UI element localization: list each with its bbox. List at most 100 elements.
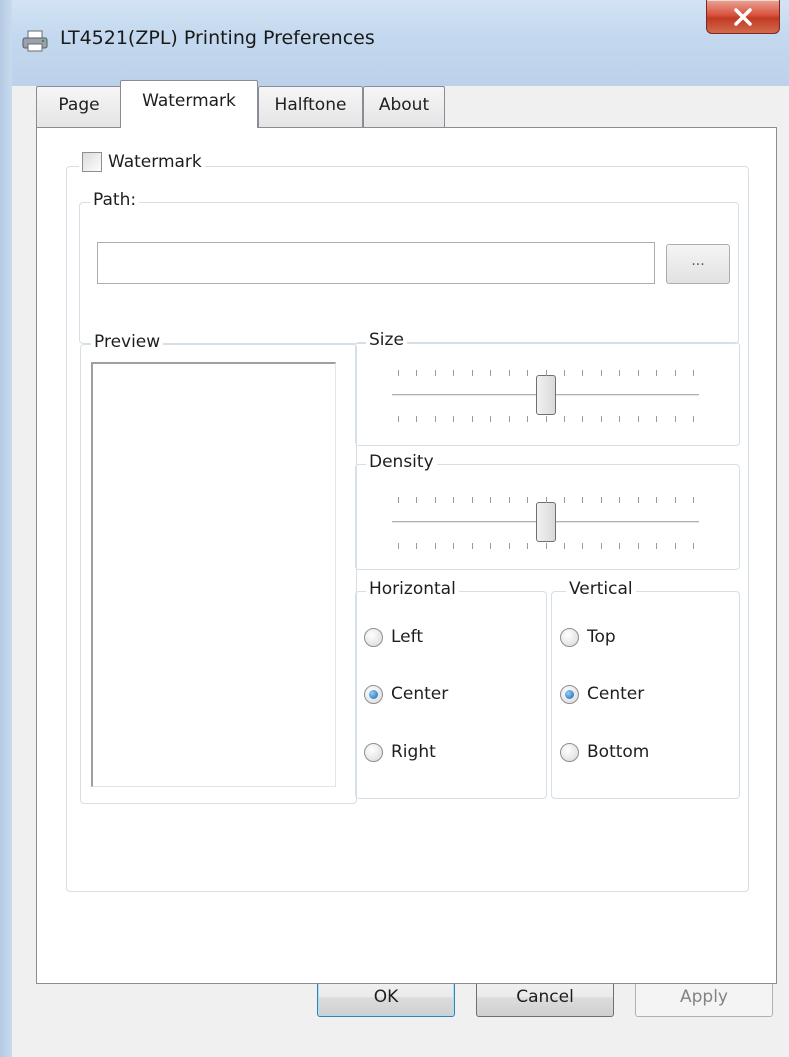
slider-tick bbox=[546, 370, 547, 376]
vertical-label: Vertical bbox=[566, 579, 636, 599]
slider-tick bbox=[453, 497, 454, 503]
tab-watermark[interactable]: Watermark bbox=[120, 80, 258, 128]
slider-tick bbox=[490, 497, 491, 503]
slider-tick bbox=[509, 543, 510, 549]
slider-tick bbox=[601, 497, 602, 503]
radio-label: Left bbox=[391, 627, 423, 647]
density-group: Density bbox=[355, 452, 741, 571]
radio-vertical-center[interactable]: Center bbox=[560, 684, 644, 704]
watermark-group: Watermark Path: ... Preview Size Density… bbox=[66, 152, 749, 892]
path-label: Path: bbox=[90, 190, 140, 210]
slider-tick bbox=[435, 416, 436, 422]
slider-tick bbox=[693, 370, 694, 376]
slider-tick bbox=[527, 543, 528, 549]
slider-tick bbox=[582, 543, 583, 549]
slider-tick bbox=[509, 497, 510, 503]
tab-label: Page bbox=[58, 95, 100, 115]
slider-tick bbox=[435, 370, 436, 376]
slider-tick bbox=[398, 370, 399, 376]
slider-tick bbox=[546, 416, 547, 422]
slider-tick bbox=[638, 416, 639, 422]
slider-thumb[interactable] bbox=[536, 502, 556, 542]
slider-tick bbox=[675, 416, 676, 422]
preview-label: Preview bbox=[91, 332, 164, 352]
watermark-tab-panel: Watermark Path: ... Preview Size Density… bbox=[36, 127, 777, 984]
close-button[interactable] bbox=[706, 0, 780, 34]
radio-label: Top bbox=[587, 627, 616, 647]
slider-tick bbox=[453, 370, 454, 376]
slider-tick bbox=[398, 543, 399, 549]
watermark-checkbox[interactable] bbox=[82, 152, 102, 172]
slider-tick bbox=[416, 416, 417, 422]
slider-tick bbox=[490, 543, 491, 549]
slider-tick bbox=[527, 497, 528, 503]
slider-tick bbox=[435, 497, 436, 503]
tab-label: About bbox=[378, 95, 430, 115]
slider-tick bbox=[675, 370, 676, 376]
slider-tick bbox=[619, 497, 620, 503]
radio-indicator bbox=[364, 627, 383, 647]
slider-tick bbox=[601, 416, 602, 422]
path-group: Path: ... bbox=[79, 190, 739, 344]
preview-group: Preview bbox=[80, 332, 357, 804]
slider-tick bbox=[398, 416, 399, 422]
radio-indicator bbox=[364, 684, 383, 704]
slider-tick bbox=[619, 370, 620, 376]
slider-tick bbox=[656, 370, 657, 376]
radio-label: Right bbox=[391, 742, 436, 762]
slider-tick bbox=[527, 370, 528, 376]
radio-horizontal-left[interactable]: Left bbox=[364, 627, 423, 647]
browse-button[interactable]: ... bbox=[666, 244, 730, 284]
watermark-checkbox-label: Watermark bbox=[108, 152, 202, 172]
tab-label: Watermark bbox=[142, 91, 236, 111]
radio-vertical-bottom[interactable]: Bottom bbox=[560, 742, 649, 762]
slider-tick bbox=[416, 497, 417, 503]
slider-tick bbox=[601, 543, 602, 549]
slider-tick bbox=[416, 543, 417, 549]
tab-page[interactable]: Page bbox=[36, 86, 122, 128]
window-title: LT4521(ZPL) Printing Preferences bbox=[60, 27, 375, 49]
slider-tick bbox=[582, 497, 583, 503]
horizontal-group: Horizontal Left Center Right bbox=[355, 579, 547, 799]
radio-label: Center bbox=[391, 684, 449, 704]
slider-tick bbox=[435, 543, 436, 549]
slider-tick bbox=[582, 370, 583, 376]
radio-vertical-top[interactable]: Top bbox=[560, 627, 616, 647]
path-input[interactable] bbox=[97, 242, 655, 284]
radio-label: Center bbox=[587, 684, 645, 704]
tab-halftone[interactable]: Halftone bbox=[258, 86, 363, 128]
slider-tick bbox=[693, 416, 694, 422]
slider-tick bbox=[601, 370, 602, 376]
size-group: Size bbox=[355, 330, 741, 447]
slider-tick bbox=[638, 370, 639, 376]
slider-tick bbox=[656, 497, 657, 503]
slider-tick bbox=[453, 416, 454, 422]
slider-tick bbox=[638, 497, 639, 503]
slider-tick bbox=[472, 416, 473, 422]
slider-tick bbox=[656, 543, 657, 549]
size-slider[interactable] bbox=[356, 343, 741, 447]
slider-tick bbox=[546, 497, 547, 503]
slider-tick bbox=[582, 416, 583, 422]
preview-box bbox=[91, 362, 336, 787]
window-frame bbox=[0, 0, 12, 1057]
slider-tick bbox=[675, 497, 676, 503]
slider-tick bbox=[564, 497, 565, 503]
slider-thumb[interactable] bbox=[536, 375, 556, 415]
slider-tick bbox=[693, 543, 694, 549]
radio-indicator bbox=[560, 627, 579, 647]
radio-indicator bbox=[364, 742, 383, 762]
radio-horizontal-center[interactable]: Center bbox=[364, 684, 448, 704]
dialog-client: Page Watermark Halftone About Watermark … bbox=[12, 80, 789, 1057]
slider-tick bbox=[638, 543, 639, 549]
slider-tick bbox=[619, 543, 620, 549]
slider-tick bbox=[564, 543, 565, 549]
slider-tick bbox=[509, 370, 510, 376]
density-slider[interactable] bbox=[356, 465, 741, 571]
radio-horizontal-right[interactable]: Right bbox=[364, 742, 436, 762]
tab-about[interactable]: About bbox=[363, 86, 445, 128]
slider-tick bbox=[490, 370, 491, 376]
printer-icon bbox=[22, 30, 48, 52]
slider-tick bbox=[564, 416, 565, 422]
slider-tick bbox=[398, 497, 399, 503]
